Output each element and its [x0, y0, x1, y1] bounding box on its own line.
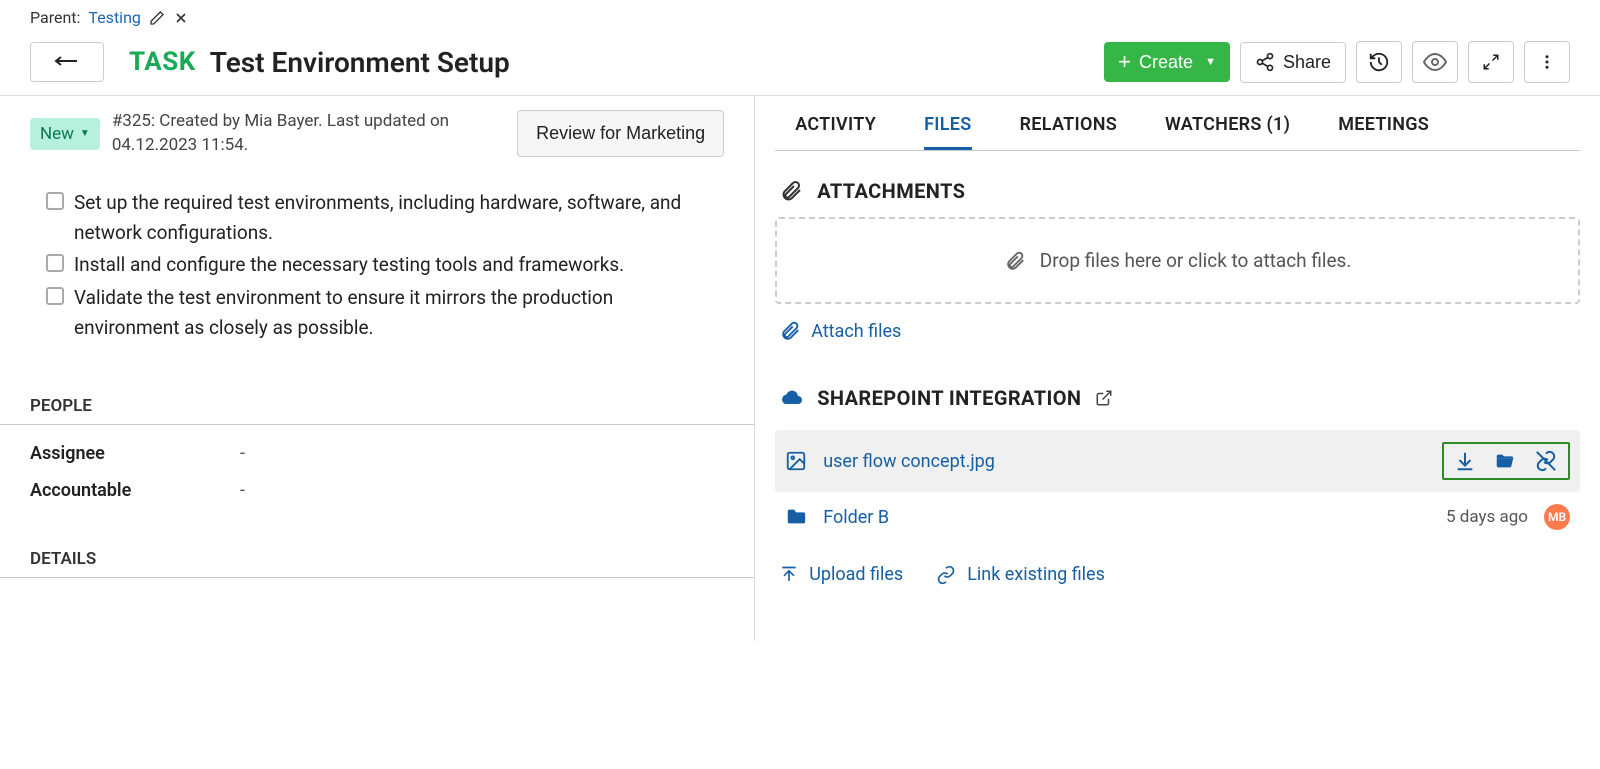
accountable-value[interactable]: - — [240, 480, 245, 501]
image-icon — [785, 450, 807, 472]
external-link-icon[interactable] — [1095, 389, 1113, 407]
expand-icon — [1482, 53, 1500, 71]
create-label: Create — [1139, 52, 1193, 73]
review-button[interactable]: Review for Marketing — [517, 110, 724, 157]
tab-watchers[interactable]: WATCHERS (1) — [1165, 114, 1290, 150]
tab-files[interactable]: FILES — [924, 114, 971, 150]
assignee-value[interactable]: - — [240, 443, 245, 464]
more-button[interactable] — [1524, 41, 1570, 83]
meta-text: #325: Created by Mia Bayer. Last updated… — [112, 110, 505, 158]
file-row[interactable]: Folder B 5 days ago MB — [775, 492, 1580, 542]
back-button[interactable] — [30, 42, 104, 82]
row-actions — [1442, 442, 1570, 480]
page-title[interactable]: Test Environment Setup — [210, 46, 1104, 79]
paperclip-icon — [779, 179, 803, 203]
close-icon[interactable] — [173, 10, 189, 26]
checklist-text: Install and configure the necessary test… — [74, 250, 624, 280]
file-row[interactable]: user flow concept.jpg — [775, 430, 1580, 492]
kebab-icon — [1538, 53, 1556, 71]
avatar[interactable]: MB — [1544, 504, 1570, 530]
accountable-label: Accountable — [30, 480, 240, 501]
checklist-item: Validate the test environment to ensure … — [46, 283, 714, 344]
upload-icon — [779, 565, 799, 585]
paperclip-plus-icon — [1004, 250, 1026, 272]
cloud-icon — [779, 386, 803, 410]
tab-activity[interactable]: ACTIVITY — [795, 114, 876, 150]
people-heading: PEOPLE — [0, 356, 754, 425]
file-name[interactable]: user flow concept.jpg — [823, 451, 1426, 472]
file-name[interactable]: Folder B — [823, 507, 1430, 528]
checkbox[interactable] — [46, 254, 64, 272]
parent-label: Parent: — [30, 8, 80, 27]
upload-files-label: Upload files — [809, 564, 903, 585]
edit-icon[interactable] — [149, 10, 165, 26]
tab-relations[interactable]: RELATIONS — [1020, 114, 1117, 150]
dropzone[interactable]: Drop files here or click to attach files… — [775, 217, 1580, 304]
checkbox[interactable] — [46, 287, 64, 305]
unlink-icon[interactable] — [1534, 450, 1558, 472]
checklist-text: Set up the required test environments, i… — [74, 188, 714, 249]
chevron-down-icon: ▼ — [1205, 56, 1216, 68]
assignee-label: Assignee — [30, 443, 240, 464]
checklist-text: Validate the test environment to ensure … — [74, 283, 714, 344]
open-folder-icon[interactable] — [1494, 450, 1516, 472]
eye-icon — [1423, 50, 1447, 74]
share-button[interactable]: Share — [1240, 42, 1346, 83]
paperclip-plus-icon — [779, 320, 801, 342]
link-icon — [935, 565, 957, 585]
share-label: Share — [1283, 52, 1331, 73]
link-existing-label: Link existing files — [967, 564, 1105, 585]
link-existing-link[interactable]: Link existing files — [931, 548, 1109, 601]
details-heading: DETAILS — [0, 509, 754, 578]
watch-button[interactable] — [1412, 41, 1458, 83]
checklist-item: Set up the required test environments, i… — [46, 188, 714, 249]
create-button[interactable]: + Create ▼ — [1104, 42, 1230, 82]
attachments-heading: ATTACHMENTS — [817, 179, 965, 203]
status-dropdown[interactable]: New ▼ — [30, 118, 100, 150]
download-icon[interactable] — [1454, 450, 1476, 472]
tab-meetings[interactable]: MEETINGS — [1338, 114, 1429, 150]
history-icon — [1368, 51, 1390, 73]
dropzone-text: Drop files here or click to attach files… — [1040, 249, 1352, 272]
upload-files-link[interactable]: Upload files — [775, 548, 907, 601]
attach-files-label: Attach files — [811, 321, 901, 342]
attach-files-link[interactable]: Attach files — [775, 304, 905, 358]
plus-icon: + — [1118, 51, 1131, 73]
parent-link[interactable]: Testing — [88, 8, 140, 27]
status-label: New — [40, 124, 74, 144]
chevron-down-icon: ▼ — [80, 128, 90, 139]
fullscreen-button[interactable] — [1468, 41, 1514, 83]
file-meta: 5 days ago — [1446, 507, 1528, 527]
checkbox[interactable] — [46, 192, 64, 210]
checklist-item: Install and configure the necessary test… — [46, 250, 714, 280]
type-badge: TASK — [129, 47, 196, 77]
history-button[interactable] — [1356, 41, 1402, 83]
folder-icon — [785, 506, 807, 528]
share-icon — [1255, 52, 1275, 72]
sharepoint-heading: SHAREPOINT INTEGRATION — [817, 386, 1081, 410]
